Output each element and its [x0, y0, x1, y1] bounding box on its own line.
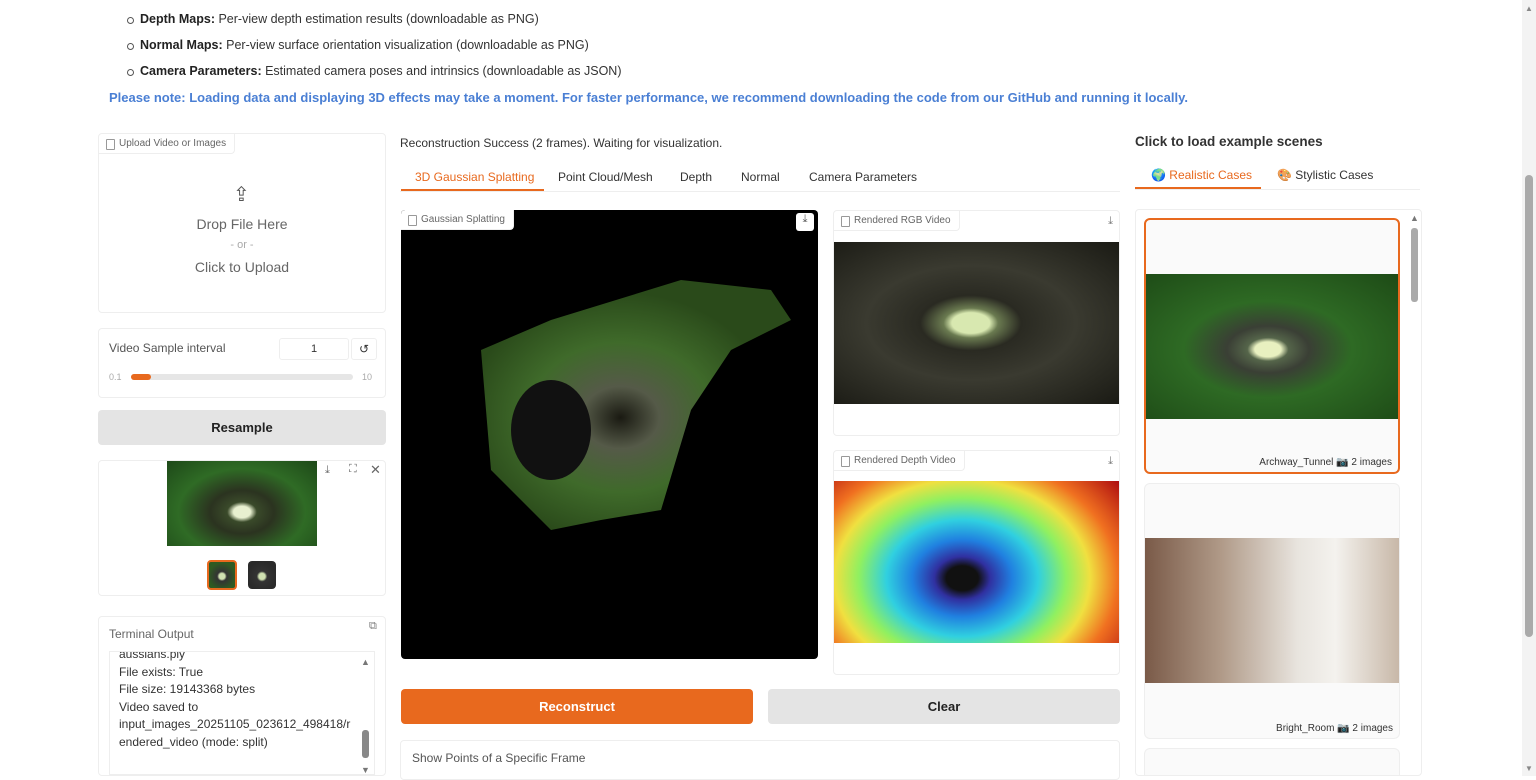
upload-dropzone[interactable]: Upload Video or Images ⇪ Drop File Here …	[98, 133, 386, 313]
tab-label: Realistic Cases	[1169, 168, 1252, 182]
tab-depth[interactable]: Depth	[680, 170, 712, 184]
terminal-line: endered_video (mode: split)	[119, 734, 268, 749]
interval-number-input[interactable]: 1	[279, 338, 349, 360]
example-next[interactable]	[1144, 748, 1400, 775]
interval-slider[interactable]	[131, 374, 353, 380]
terminal-line: aussians.ply	[119, 651, 186, 661]
tab-realistic-cases[interactable]: 🌍 Realistic Cases	[1151, 168, 1252, 182]
or-text: - or -	[230, 239, 254, 251]
page-scrollbar-track[interactable]: ▲ ▼	[1522, 0, 1536, 776]
example-tabs-divider	[1135, 189, 1420, 190]
show-points-label: Show Points of a Specific Frame	[412, 751, 586, 765]
fullscreen-icon[interactable]: ⛶	[349, 463, 357, 476]
scroll-down-arrow[interactable]: ▼	[361, 762, 370, 774]
slider-max: 10	[362, 372, 373, 382]
performance-note: Please note: Loading data and displaying…	[109, 90, 1188, 105]
splat-render	[481, 280, 791, 530]
gaussian-splatting-viewer[interactable]: Gaussian Splatting ⤓	[401, 210, 818, 659]
bullet-depth-maps: Depth Maps: Per-view depth estimation re…	[127, 12, 539, 26]
scroll-down-arrow[interactable]: ▼	[1525, 764, 1533, 773]
page-scrollbar-thumb[interactable]	[1525, 175, 1533, 637]
rendered-rgb-video[interactable]: Rendered RGB Video ⤓	[833, 210, 1120, 436]
depth-video-frame	[834, 481, 1119, 643]
scroll-up-arrow[interactable]: ▲	[361, 654, 370, 672]
download-icon[interactable]: ⤓	[1108, 455, 1113, 468]
sample-interval-slider-block: Video Sample interval 1 ↺ 0.1 10	[98, 328, 386, 398]
camera-icon: 📷	[1337, 723, 1350, 734]
download-icon[interactable]: ⤓	[1108, 215, 1113, 228]
terminal-line: File size: 19143368 bytes	[119, 682, 256, 697]
status-text: Reconstruction Success (2 frames). Waiti…	[400, 136, 723, 150]
tab-normal[interactable]: Normal	[741, 170, 780, 184]
reset-icon[interactable]: ↺	[351, 338, 377, 360]
rgb-video-label: Rendered RGB Video	[834, 211, 960, 231]
click-upload-text: Click to Upload	[194, 259, 290, 275]
tab-3d-gaussian-splatting[interactable]: 3D Gaussian Splatting	[415, 170, 534, 184]
examples-gallery: Archway_Tunnel 📷 2 images Bright_Room 📷 …	[1135, 209, 1422, 776]
tab-label: Stylistic Cases	[1295, 168, 1374, 182]
slider-label: Video Sample interval	[109, 341, 226, 355]
bullet-camera-params: Camera Parameters: Estimated camera pose…	[127, 64, 622, 78]
clear-button[interactable]: Clear	[768, 689, 1120, 724]
terminal-line: input_images_20251105_023612_498418/r	[119, 717, 351, 732]
example-count: 2 images	[1351, 457, 1392, 468]
globe-icon: 🌍	[1151, 168, 1166, 182]
camera-icon: 📷	[1336, 457, 1349, 468]
slider-min: 0.1	[109, 372, 122, 382]
example-name: Bright_Room	[1276, 723, 1335, 734]
upload-icon: ⇪	[233, 184, 250, 206]
scroll-up-arrow[interactable]: ▲	[1525, 4, 1533, 13]
close-icon[interactable]: ✕	[370, 462, 381, 478]
upload-label: Upload Video or Images	[99, 134, 236, 154]
active-example-tab-indicator	[1135, 187, 1261, 189]
example-count: 2 images	[1352, 723, 1393, 734]
rgb-video-frame	[834, 242, 1119, 404]
active-tab-indicator	[401, 189, 544, 191]
tab-stylistic-cases[interactable]: 🎨 Stylistic Cases	[1277, 168, 1373, 182]
download-icon[interactable]: ⤓	[325, 464, 330, 477]
depth-video-label: Rendered Depth Video	[834, 451, 965, 471]
rendered-depth-video[interactable]: Rendered Depth Video ⤓	[833, 450, 1120, 675]
resample-button[interactable]: Resample	[98, 410, 386, 445]
reconstruct-button[interactable]: Reconstruct	[401, 689, 753, 724]
slider-fill	[131, 374, 151, 380]
gallery-preview-image[interactable]	[167, 461, 317, 546]
scroll-up-arrow[interactable]: ▲	[1410, 213, 1419, 223]
tab-point-cloud-mesh[interactable]: Point Cloud/Mesh	[558, 170, 653, 184]
terminal-label: Terminal Output	[109, 627, 194, 641]
palette-icon: 🎨	[1277, 168, 1292, 182]
image-gallery: ⤓ ⛶ ✕	[98, 460, 386, 596]
tab-camera-parameters[interactable]: Camera Parameters	[809, 170, 917, 184]
examples-scrollbar[interactable]	[1411, 228, 1418, 302]
gallery-thumbnail-2[interactable]	[248, 561, 276, 589]
example-thumbnail	[1145, 538, 1399, 683]
example-thumbnail	[1146, 274, 1398, 419]
examples-title: Click to load example scenes	[1135, 134, 1323, 149]
terminal-output-block: Terminal Output ⧉ aussians.ply File exis…	[98, 616, 386, 776]
terminal-line: Video saved to	[119, 699, 199, 714]
tabs-divider	[400, 191, 1120, 192]
example-bright-room[interactable]: Bright_Room 📷 2 images	[1144, 483, 1400, 739]
drop-file-text: Drop File Here	[196, 216, 288, 232]
example-archway-tunnel[interactable]: Archway_Tunnel 📷 2 images	[1144, 218, 1400, 474]
example-name: Archway_Tunnel	[1259, 457, 1334, 468]
bullet-normal-maps: Normal Maps: Per-view surface orientatio…	[127, 38, 589, 52]
terminal-textarea[interactable]: aussians.ply File exists: True File size…	[109, 651, 375, 775]
copy-icon[interactable]: ⧉	[369, 620, 377, 633]
show-points-accordion[interactable]: Show Points of a Specific Frame	[400, 740, 1120, 780]
gallery-thumbnail-1[interactable]	[207, 560, 237, 590]
terminal-scrollbar[interactable]	[362, 730, 369, 758]
terminal-line: File exists: True	[119, 664, 204, 679]
